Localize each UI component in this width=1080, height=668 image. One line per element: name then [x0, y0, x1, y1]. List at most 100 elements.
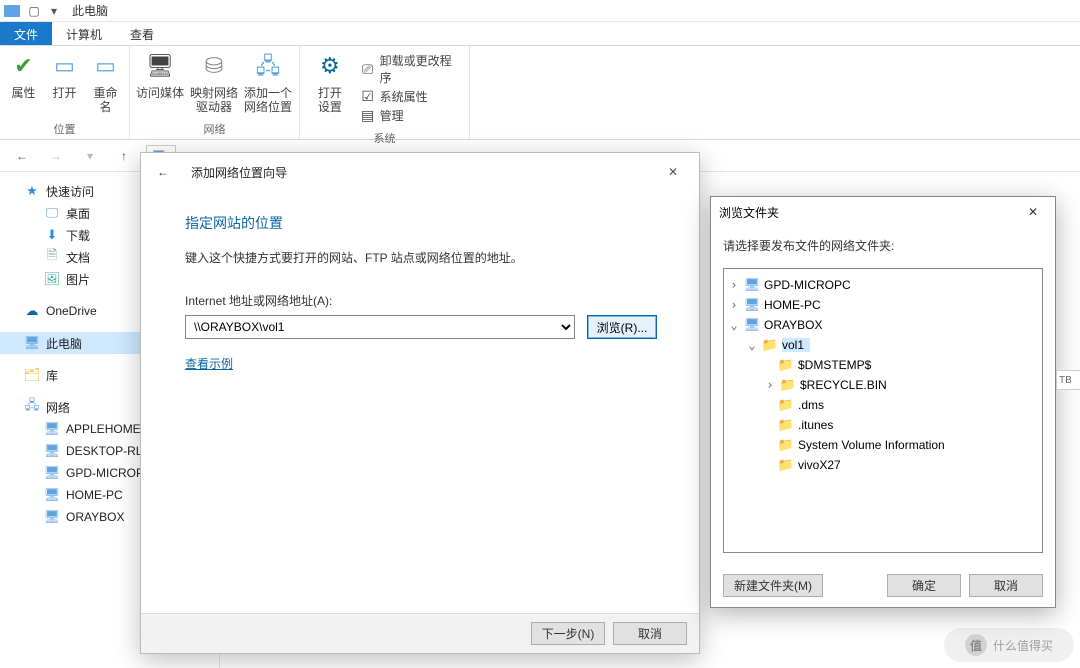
pc-icon: 🖥	[44, 465, 60, 481]
nav-up[interactable]: ↑	[112, 144, 136, 168]
tab-file[interactable]: 文件	[0, 22, 52, 45]
pc-icon: 🖥	[44, 509, 60, 525]
tree-node[interactable]: ⌄🖥ORAYBOX	[728, 315, 1038, 335]
pc-icon: 🖥	[24, 335, 40, 351]
wizard-body: 指定网站的位置 键入这个快捷方式要打开的网站、FTP 站点或网络位置的地址。 I…	[141, 191, 699, 613]
browse-title: 浏览文件夹	[719, 204, 779, 221]
view-example-link[interactable]: 查看示例	[185, 355, 233, 372]
wizard-heading: 指定网站的位置	[185, 213, 655, 233]
address-input[interactable]: \\ORAYBOX\vol1	[185, 315, 575, 339]
title-bar: ▢ ▾ 此电脑	[0, 0, 1080, 22]
tree-node[interactable]: 📁.dms	[728, 395, 1038, 415]
expand-icon[interactable]: ›	[728, 298, 740, 312]
add-network-location-wizard: ← 添加网络位置向导 ✕ 指定网站的位置 键入这个快捷方式要打开的网站、FTP …	[140, 152, 700, 654]
manage[interactable]: ▤管理	[360, 107, 463, 124]
nav-forward[interactable]: →	[44, 144, 68, 168]
tab-computer[interactable]: 计算机	[52, 22, 116, 45]
open-button[interactable]: ▭ 打开	[47, 50, 82, 100]
ok-button[interactable]: 确定	[887, 574, 961, 597]
wizard-header: ← 添加网络位置向导 ✕	[141, 153, 699, 191]
map-drive-button[interactable]: ⛁ 映射网络 驱动器	[190, 50, 238, 115]
wizard-back-button[interactable]: ←	[151, 160, 175, 184]
address-label: Internet 地址或网络地址(A):	[185, 292, 655, 309]
group-label-location: 位置	[0, 119, 129, 141]
system-properties[interactable]: ☑系统属性	[360, 88, 463, 105]
collapse-icon[interactable]: ⌄	[746, 338, 758, 352]
pc-icon: 🖥	[44, 421, 60, 437]
rename-icon: ▭	[90, 50, 122, 82]
ribbon-tabs: 文件 计算机 查看	[0, 22, 1080, 46]
drive-icon: ⛁	[198, 50, 230, 82]
watermark: 值 什么值得买	[944, 628, 1074, 662]
window-title: 此电脑	[72, 2, 108, 19]
server-icon: 🖥	[144, 50, 176, 82]
expand-icon[interactable]: ›	[764, 378, 776, 392]
wizard-title: 添加网络位置向导	[191, 164, 287, 181]
ribbon-group-location: ✔ 属性 ▭ 打开 ▭ 重命名 位置	[0, 46, 130, 139]
properties-icon: ☑	[360, 89, 376, 105]
network-icon: 🖧	[24, 399, 40, 415]
peek-tb: TB	[1056, 370, 1080, 390]
pc-icon: 🖥	[744, 277, 760, 293]
browse-close-button[interactable]: ✕	[1019, 201, 1047, 223]
tree-node[interactable]: ⌄ 📁 vol1	[728, 335, 1038, 355]
tree-node[interactable]: 📁System Volume Information	[728, 435, 1038, 455]
collapse-icon[interactable]: ⌄	[728, 318, 740, 332]
pictures-icon: 🖼	[44, 271, 60, 287]
manage-icon: ▤	[360, 108, 376, 124]
uninstall-programs[interactable]: ⎚卸载或更改程序	[360, 52, 463, 86]
document-icon: 🗎	[44, 249, 60, 265]
nav-back[interactable]: ←	[10, 144, 34, 168]
tree-node[interactable]: 📁.itunes	[728, 415, 1038, 435]
cloud-icon: ☁	[24, 303, 40, 319]
next-button[interactable]: 下一步(N)	[531, 622, 605, 645]
pc-icon: 🖥	[44, 443, 60, 459]
access-media-button[interactable]: 🖥 访问媒体	[136, 50, 184, 100]
ribbon-group-system: ⚙ 打开 设置 ⎚卸载或更改程序 ☑系统属性 ▤管理 系统	[300, 46, 470, 139]
desktop-icon: 🖵	[44, 205, 60, 221]
uninstall-icon: ⎚	[360, 61, 376, 77]
folder-icon: 📁	[780, 377, 796, 393]
selected-node: vol1	[782, 338, 810, 352]
folder-icon: 📁	[778, 437, 794, 453]
browse-header: 浏览文件夹 ✕	[711, 197, 1055, 227]
download-icon: ⬇	[44, 227, 60, 243]
tree-node[interactable]: 📁$DMSTEMP$	[728, 355, 1038, 375]
wizard-close-button[interactable]: ✕	[657, 160, 689, 184]
system-small-items: ⎚卸载或更改程序 ☑系统属性 ▤管理	[360, 50, 463, 124]
tree-node[interactable]: ›📁$RECYCLE.BIN	[728, 375, 1038, 395]
nav-history-dropdown[interactable]: ▾	[78, 144, 102, 168]
tab-view[interactable]: 查看	[116, 22, 168, 45]
properties-button[interactable]: ✔ 属性	[6, 50, 41, 100]
group-label-system: 系统	[300, 128, 469, 150]
browse-body: 请选择要发布文件的网络文件夹: ›🖥GPD-MICROPC ›🖥HOME-PC …	[711, 227, 1055, 563]
add-location-button[interactable]: 🖧 添加一个 网络位置	[244, 50, 292, 115]
gear-icon: ⚙	[314, 50, 346, 82]
tree-node[interactable]: 📁vivoX27	[728, 455, 1038, 475]
browse-prompt: 请选择要发布文件的网络文件夹:	[723, 237, 1043, 254]
browse-button[interactable]: 浏览(R)...	[587, 315, 657, 339]
folder-icon: 📁	[762, 337, 778, 353]
folder-icon: 📁	[778, 357, 794, 373]
star-icon: ★	[24, 183, 40, 199]
open-settings-button[interactable]: ⚙ 打开 设置	[306, 50, 354, 115]
browse-footer: 新建文件夹(M) 确定 取消	[711, 563, 1055, 607]
qat-item[interactable]: ▢	[26, 3, 42, 19]
ribbon: ✔ 属性 ▭ 打开 ▭ 重命名 位置 🖥 访问媒体 ⛁ 映射网络 驱动器	[0, 46, 1080, 140]
expand-icon[interactable]: ›	[728, 278, 740, 292]
network-location-icon: 🖧	[252, 50, 284, 82]
pc-icon: 🖥	[744, 297, 760, 313]
rename-button[interactable]: ▭ 重命名	[88, 50, 123, 115]
qat-dropdown[interactable]: ▾	[46, 3, 62, 19]
tree-node[interactable]: ›🖥GPD-MICROPC	[728, 275, 1038, 295]
open-icon: ▭	[49, 50, 81, 82]
wizard-hint: 键入这个快捷方式要打开的网站、FTP 站点或网络位置的地址。	[185, 249, 655, 266]
new-folder-button[interactable]: 新建文件夹(M)	[723, 574, 823, 597]
wizard-footer: 下一步(N) 取消	[141, 613, 699, 653]
watermark-icon: 值	[965, 634, 987, 656]
tree-node[interactable]: ›🖥HOME-PC	[728, 295, 1038, 315]
check-icon: ✔	[8, 50, 40, 82]
browse-cancel-button[interactable]: 取消	[969, 574, 1043, 597]
library-icon: 🗂	[24, 367, 40, 383]
cancel-button[interactable]: 取消	[613, 622, 687, 645]
